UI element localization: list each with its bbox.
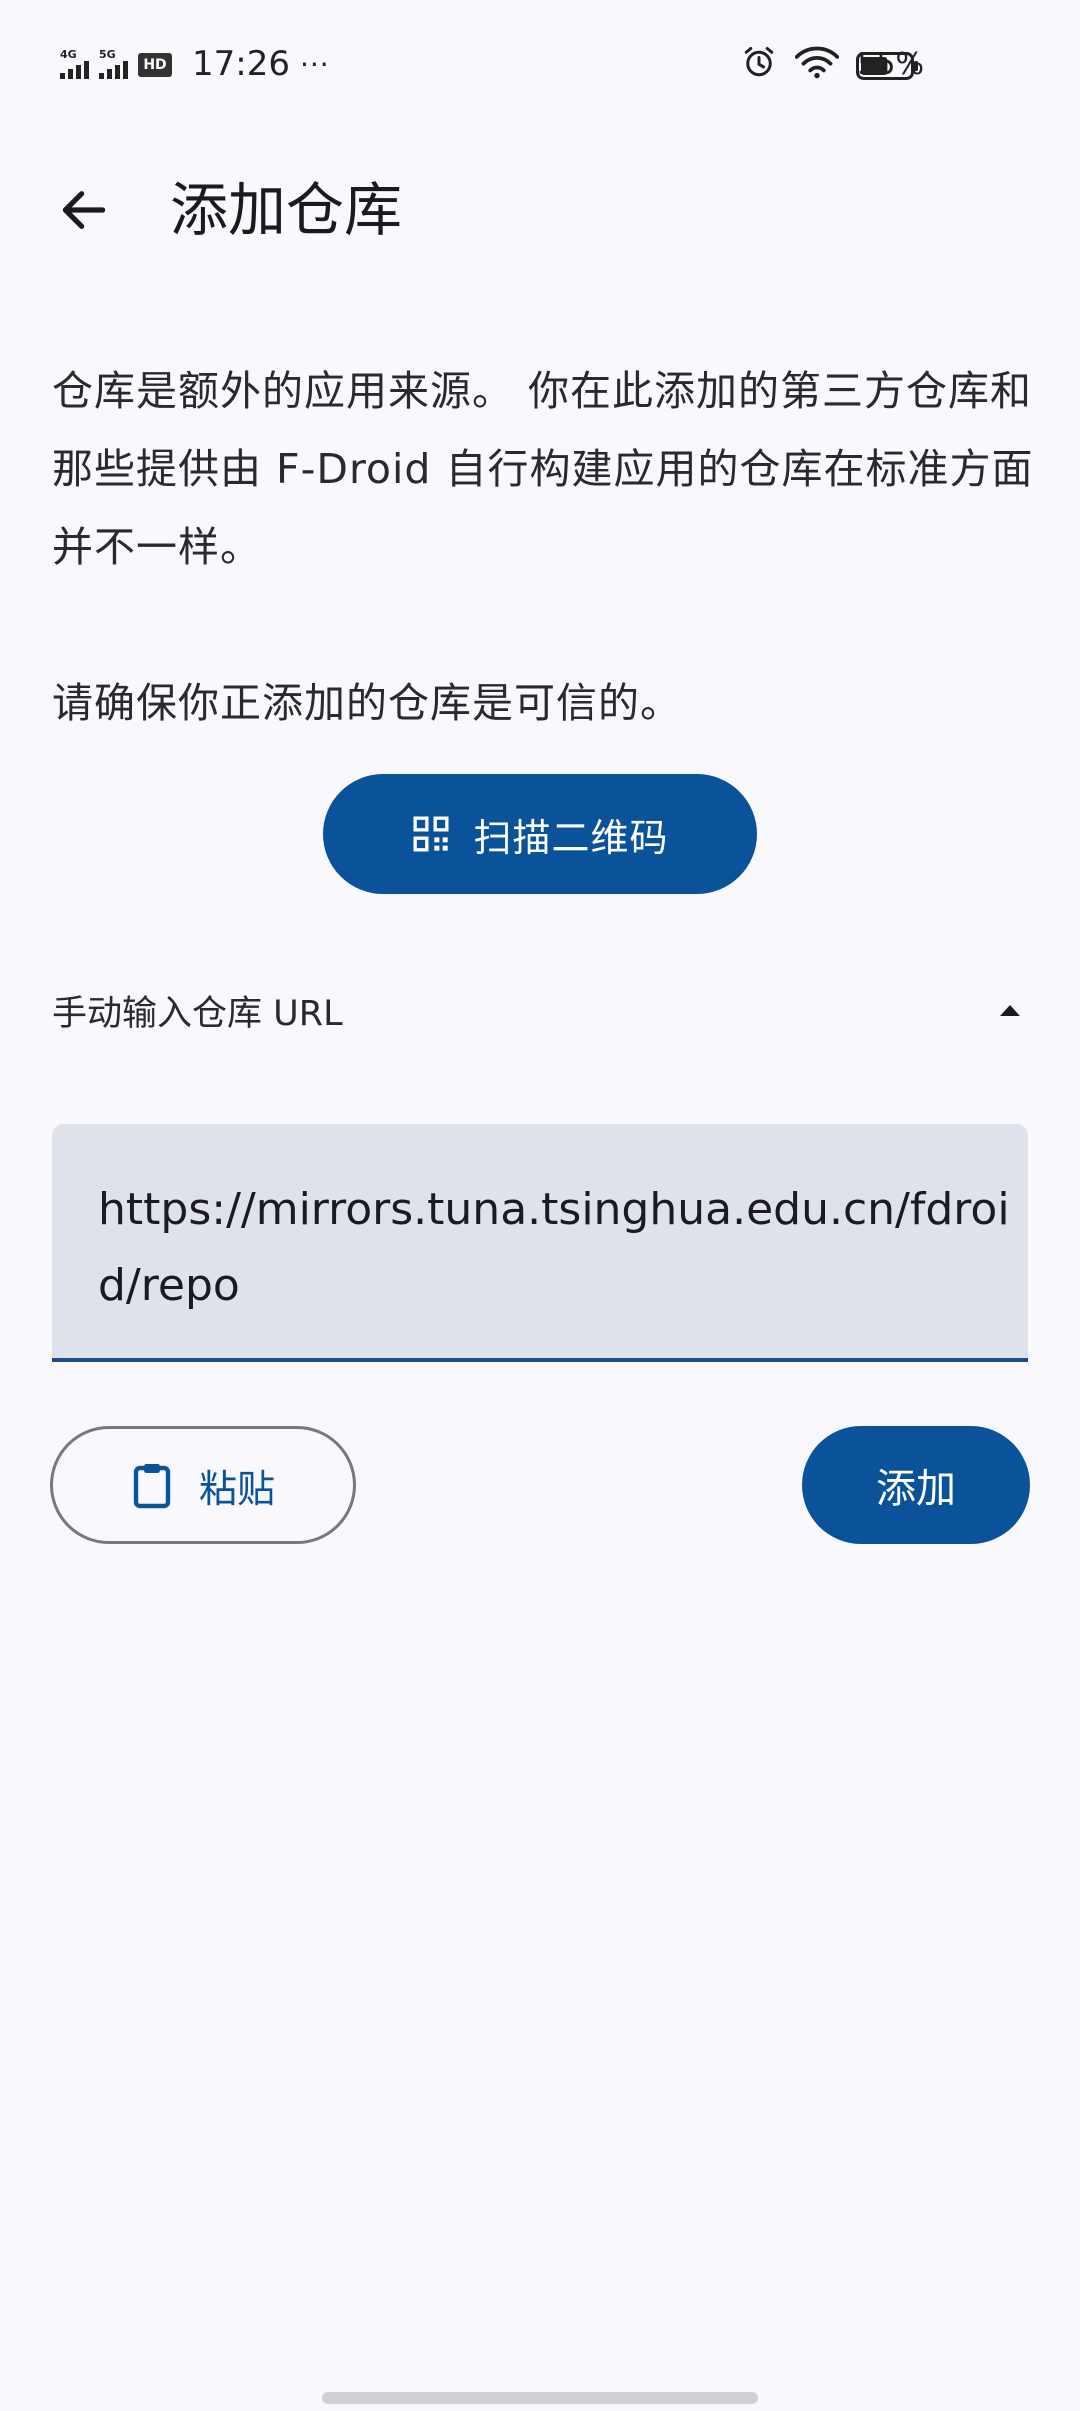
add-label: 添加 bbox=[876, 1466, 956, 1512]
signal-group: 4G 5G HD bbox=[60, 49, 172, 79]
add-repo-button[interactable]: 添加 bbox=[802, 1426, 1030, 1544]
clipboard-icon bbox=[133, 1464, 171, 1509]
hd-icon: HD bbox=[138, 53, 172, 77]
status-bar: 4G 5G HD 17:26 ··· 55% bbox=[0, 0, 1080, 130]
qr-code-icon bbox=[413, 816, 449, 852]
paste-label: 粘贴 bbox=[198, 1466, 275, 1511]
repo-url-value: https://mirrors.tuna.tsinghua.edu.cn/fdr… bbox=[98, 1184, 1010, 1311]
battery-icon bbox=[856, 52, 918, 80]
paste-button[interactable]: 粘贴 bbox=[50, 1426, 356, 1544]
signal-label: 5G bbox=[99, 48, 116, 61]
status-left: 4G 5G HD 17:26 ··· bbox=[60, 42, 330, 86]
app-bar: 添加仓库 bbox=[0, 150, 1080, 270]
manual-entry-label: 手动输入仓库 URL bbox=[52, 993, 343, 1034]
wifi-icon bbox=[795, 44, 840, 84]
page-title: 添加仓库 bbox=[170, 176, 403, 244]
signal-icon: 5G bbox=[99, 49, 128, 79]
description: 仓库是额外的应用来源。 你在此添加的第三方仓库和那些提供由 F-Droid 自行… bbox=[52, 352, 1042, 742]
signal-label: 4G bbox=[60, 48, 77, 61]
scan-qr-button[interactable]: 扫描二维码 bbox=[323, 774, 757, 894]
status-time: 17:26 bbox=[192, 44, 290, 84]
caret-up-icon bbox=[992, 992, 1028, 1028]
alarm-icon bbox=[741, 44, 777, 84]
back-button[interactable] bbox=[54, 180, 114, 240]
manual-entry-toggle[interactable]: 手动输入仓库 URL bbox=[52, 980, 1028, 1040]
signal-icon: 4G bbox=[60, 49, 89, 79]
repo-url-input[interactable]: https://mirrors.tuna.tsinghua.edu.cn/fdr… bbox=[52, 1124, 1028, 1362]
trust-warning: 请确保你正添加的仓库是可信的。 bbox=[52, 679, 682, 727]
gesture-handle[interactable] bbox=[322, 2392, 758, 2404]
more-notifications-icon: ··· bbox=[299, 47, 330, 81]
scan-qr-label: 扫描二维码 bbox=[473, 815, 669, 860]
description-paragraph: 仓库是额外的应用来源。 你在此添加的第三方仓库和那些提供由 F-Droid 自行… bbox=[52, 367, 1034, 571]
arrow-back-icon bbox=[62, 191, 106, 229]
